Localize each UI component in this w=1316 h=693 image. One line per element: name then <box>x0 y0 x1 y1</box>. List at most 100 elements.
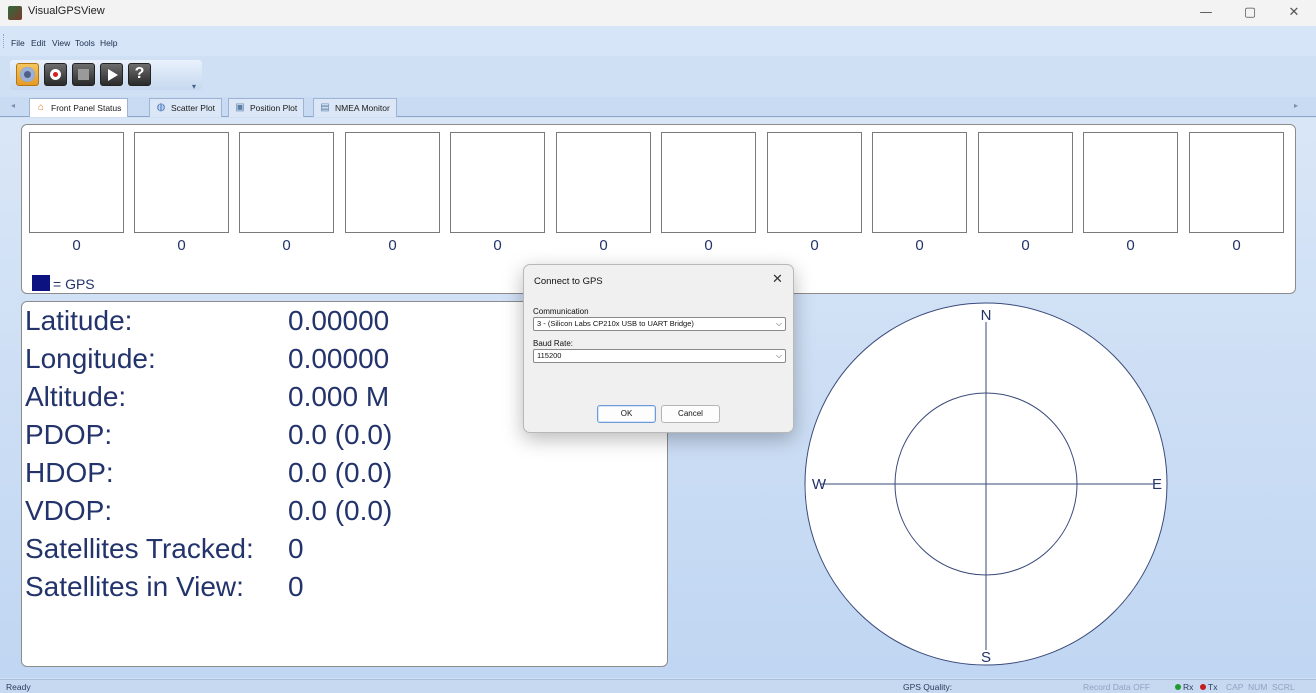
minimize-button[interactable]: — <box>1184 0 1228 26</box>
satellite-signal-value: 0 <box>388 237 397 254</box>
satellite-signal-value: 0 <box>1232 237 1241 254</box>
satellite-signal-box <box>450 132 545 233</box>
globe-icon: ◍ <box>156 102 166 113</box>
satellite-signal-value: 0 <box>1021 237 1030 254</box>
tab-label: Front Panel Status <box>51 103 122 113</box>
connect-button[interactable] <box>16 63 39 86</box>
baud-rate-select[interactable]: 115200 ⌵ <box>533 349 786 363</box>
compass-west-label: W <box>812 476 827 493</box>
app-icon <box>8 6 22 20</box>
hdop-value: 0.0 (0.0) <box>288 457 393 488</box>
toolbar-overflow-icon[interactable]: ▾ <box>192 82 196 91</box>
satellite-signal-value: 0 <box>599 237 608 254</box>
tab-scroll-left-icon[interactable]: ◂ <box>11 101 15 110</box>
satellite-signal-box <box>978 132 1073 233</box>
cancel-button[interactable]: Cancel <box>661 405 720 423</box>
satellite-signal-box <box>345 132 440 233</box>
satellite-signal-box <box>1189 132 1284 233</box>
satellites-in-view-value: 0 <box>288 571 304 602</box>
tab-bar: ◂ ⌂ Front Panel Status ◍ Scatter Plot ▣ … <box>0 97 1316 117</box>
satellite-compass: N S W E <box>804 302 1168 666</box>
compass-east-label: E <box>1152 476 1162 493</box>
window-title: VisualGPSView <box>28 5 105 17</box>
help-button[interactable]: ? <box>128 63 151 86</box>
status-rx: Rx <box>1175 682 1193 692</box>
altitude-value: 0.000 M <box>288 381 390 412</box>
record-icon <box>50 69 61 80</box>
toolbar: ? ▾ <box>10 60 202 91</box>
record-button[interactable] <box>44 63 67 86</box>
menu-file[interactable]: File <box>11 38 25 48</box>
menu-tools[interactable]: Tools <box>75 38 95 48</box>
latitude-label: Latitude: <box>25 305 133 336</box>
tab-nmea-monitor[interactable]: ▤ NMEA Monitor <box>313 98 397 117</box>
compass-south-label: S <box>981 649 991 666</box>
dialog-close-button[interactable]: ✕ <box>772 272 783 287</box>
tx-indicator-icon <box>1200 684 1206 690</box>
latitude-value: 0.00000 <box>288 305 390 336</box>
tab-scatter-plot[interactable]: ◍ Scatter Plot <box>149 98 222 117</box>
restore-button[interactable]: ▢ <box>1228 0 1272 26</box>
compass-north-label: N <box>981 307 992 324</box>
vdop-label: VDOP: <box>25 495 113 526</box>
play-icon <box>108 69 118 81</box>
satellites-tracked-label: Satellites Tracked: <box>25 533 254 564</box>
status-tx: Tx <box>1200 682 1217 692</box>
tab-position-plot[interactable]: ▣ Position Plot <box>228 98 305 117</box>
tab-label: Position Plot <box>250 103 298 113</box>
vdop-value: 0.0 (0.0) <box>288 495 393 526</box>
satellite-signal-box <box>556 132 651 233</box>
satellite-signal-box <box>767 132 862 233</box>
chevron-down-icon: ⌵ <box>775 351 782 360</box>
stop-button[interactable] <box>72 63 95 86</box>
title-bar: VisualGPSView — ▢ ✕ <box>0 0 1316 26</box>
satellite-signal-value: 0 <box>915 237 924 254</box>
status-tx-label: Tx <box>1208 682 1218 692</box>
menu-bar: File Edit View Tools Help <box>0 26 1316 56</box>
stop-icon <box>78 69 89 80</box>
satellite-signal-value: 0 <box>282 237 291 254</box>
altitude-label: Altitude: <box>25 381 127 412</box>
satellite-signal-value: 0 <box>1126 237 1135 254</box>
menu-help[interactable]: Help <box>100 38 117 48</box>
satellite-signal-box <box>872 132 967 233</box>
pdop-label: PDOP: <box>25 419 113 450</box>
status-record-data: Record Data OFF <box>1083 682 1151 692</box>
pdop-value: 0.0 (0.0) <box>288 419 393 450</box>
monitor-icon: ▤ <box>320 102 330 113</box>
status-bar: Ready GPS Quality: Record Data OFF Rx Tx… <box>0 679 1316 693</box>
tab-front-panel-status[interactable]: ⌂ Front Panel Status <box>29 98 129 117</box>
home-icon: ⌂ <box>37 102 45 113</box>
status-rx-label: Rx <box>1183 682 1194 692</box>
longitude-value: 0.00000 <box>288 343 390 374</box>
close-button[interactable]: ✕ <box>1272 0 1316 26</box>
chevron-down-icon: ⌵ <box>775 319 782 328</box>
tab-scroll-right-icon[interactable]: ▸ <box>1294 101 1298 110</box>
satellites-tracked-value: 0 <box>288 533 304 564</box>
satellite-signal-box <box>29 132 124 233</box>
satellite-signal-value: 0 <box>704 237 713 254</box>
tab-label: NMEA Monitor <box>335 103 390 113</box>
satellite-signal-box <box>134 132 229 233</box>
communication-label: Communication <box>533 307 589 316</box>
satellite-signal-value: 0 <box>493 237 502 254</box>
help-icon: ? <box>134 65 145 82</box>
menu-edit[interactable]: Edit <box>31 38 46 48</box>
menu-grip <box>3 34 6 48</box>
play-button[interactable] <box>100 63 123 86</box>
ok-button[interactable]: OK <box>597 405 656 423</box>
baud-rate-value: 115200 <box>537 351 562 360</box>
gear-icon <box>20 67 35 82</box>
satellite-signal-box <box>239 132 334 233</box>
satellites-in-view-label: Satellites in View: <box>25 571 244 602</box>
tab-label: Scatter Plot <box>171 103 215 113</box>
status-gps-quality: GPS Quality: <box>903 682 953 692</box>
menu-view[interactable]: View <box>52 38 70 48</box>
satellite-signal-box <box>661 132 756 233</box>
hdop-label: HDOP: <box>25 457 114 488</box>
gps-legend-label: = GPS <box>53 276 95 292</box>
satellite-signal-value: 0 <box>810 237 819 254</box>
rx-indicator-icon <box>1175 684 1181 690</box>
dialog-title: Connect to GPS <box>534 276 603 287</box>
communication-select[interactable]: 3 - (Silicon Labs CP210x USB to UART Bri… <box>533 317 786 331</box>
